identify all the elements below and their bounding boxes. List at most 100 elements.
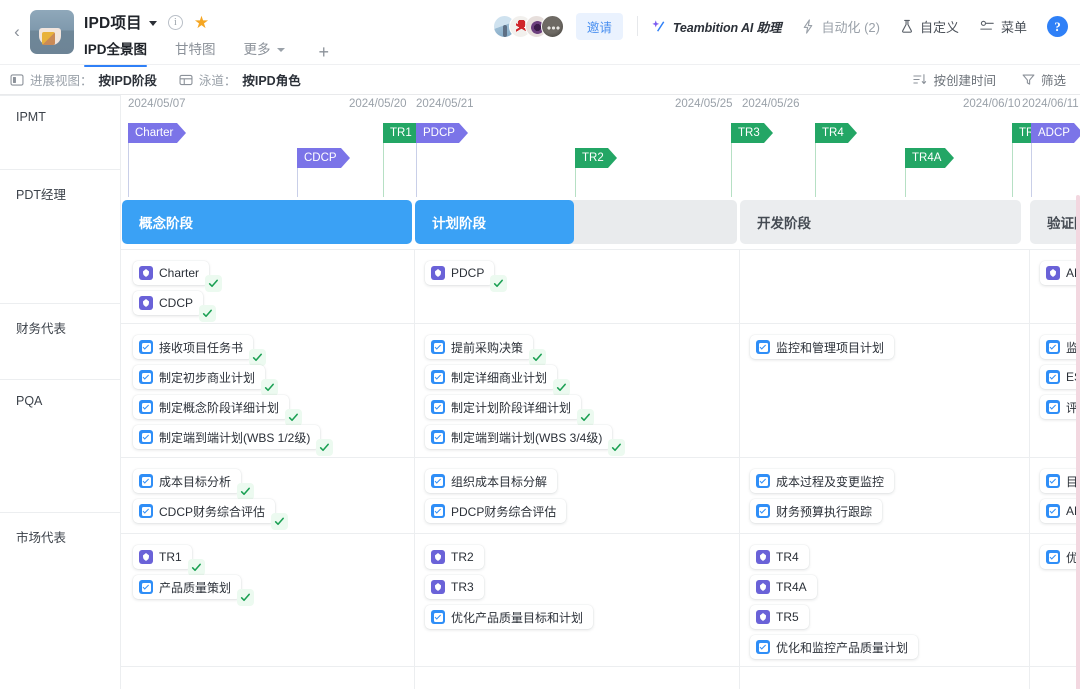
task-checkbox-icon bbox=[1046, 504, 1060, 518]
swimlane-header[interactable]: 市场代表 bbox=[0, 512, 120, 546]
column-separator bbox=[739, 667, 740, 689]
milestone-flag[interactable]: TR3 bbox=[731, 123, 773, 143]
task-card[interactable]: 优化 bbox=[1040, 545, 1080, 569]
completed-check-badge bbox=[187, 559, 205, 576]
completed-check-badge bbox=[271, 513, 289, 530]
menu-button[interactable]: 菜单 bbox=[979, 17, 1027, 36]
phase-bar[interactable]: 开发阶段 bbox=[740, 200, 1021, 244]
info-icon[interactable]: i bbox=[167, 14, 183, 30]
milestone-flag-label: PDCP bbox=[423, 127, 455, 139]
milestone-card[interactable]: TR1 bbox=[133, 545, 205, 576]
swimlane-header[interactable]: PDT经理 bbox=[0, 169, 120, 303]
tab-more[interactable]: 更多 bbox=[244, 37, 299, 67]
sub-toolbar-right: 按创建时间 筛选 bbox=[887, 70, 1066, 89]
chevron-down-icon[interactable] bbox=[148, 20, 157, 26]
milestone-flag[interactable]: CDCP bbox=[297, 148, 350, 168]
vertical-scrollbar[interactable] bbox=[1076, 195, 1080, 689]
milestone-flag[interactable]: TR4 bbox=[815, 123, 857, 143]
avatar[interactable] bbox=[540, 14, 564, 38]
phase-bar[interactable]: 计划阶段 bbox=[415, 200, 574, 244]
task-card[interactable]: 接收项目任务书 bbox=[133, 335, 267, 366]
task-card[interactable]: 监控 bbox=[1040, 335, 1080, 359]
task-card[interactable]: ESP bbox=[1040, 365, 1080, 389]
milestone-card[interactable]: TR5 bbox=[750, 605, 809, 629]
milestone-diamond-icon bbox=[756, 610, 770, 624]
customize-button[interactable]: 自定义 bbox=[900, 17, 959, 36]
task-card[interactable]: 制定端到端计划(WBS 1/2级) bbox=[133, 425, 334, 456]
task-card[interactable]: CDCP财务综合评估 bbox=[133, 499, 289, 530]
milestone-card[interactable]: CDCP bbox=[133, 291, 217, 322]
task-card[interactable]: 目标 bbox=[1040, 469, 1080, 493]
task-checkbox-icon bbox=[1046, 340, 1060, 354]
progress-view-value: 按IPD阶段 bbox=[98, 74, 157, 88]
milestone-flag[interactable]: TR2 bbox=[575, 148, 617, 168]
task-card[interactable]: ADC bbox=[1040, 499, 1080, 523]
milestone-card[interactable]: TR2 bbox=[425, 545, 484, 569]
star-icon[interactable]: ★ bbox=[194, 14, 209, 31]
phase-bar-label: 开发阶段 bbox=[757, 216, 811, 231]
swimlane-key: 泳道： bbox=[198, 74, 237, 88]
task-card[interactable]: 监控和管理项目计划 bbox=[750, 335, 895, 359]
swimlane-row: TR1 产品质量策划 TR2 TR3 优化产品质量目标和计划 TR4 TR4A TR5 优化和监… bbox=[121, 533, 1080, 666]
ai-assistant-button[interactable]: Teambition AI 助理 bbox=[652, 17, 782, 36]
task-checkbox-icon bbox=[431, 370, 445, 384]
task-card[interactable]: 财务预算执行跟踪 bbox=[750, 499, 883, 523]
swimlane-header[interactable]: IPMT bbox=[0, 95, 120, 169]
date-label: 2024/06/11 bbox=[1022, 98, 1079, 110]
filter-button[interactable]: 筛选 bbox=[1022, 70, 1066, 89]
swimlane-value: 按IPD角色 bbox=[242, 74, 301, 88]
milestone-flag[interactable]: TR1 bbox=[383, 123, 425, 143]
add-view-button[interactable]: + bbox=[313, 39, 336, 65]
task-card[interactable]: PDCP财务综合评估 bbox=[425, 499, 567, 523]
task-card[interactable]: 成本过程及变更监控 bbox=[750, 469, 895, 493]
task-card[interactable]: 制定端到端计划(WBS 3/4级) bbox=[425, 425, 626, 456]
card-label: CDCP财务综合评估 bbox=[159, 504, 266, 519]
milestone-flag[interactable]: PDCP bbox=[416, 123, 468, 143]
milestone-flag[interactable]: Charter bbox=[128, 123, 187, 143]
swimlane-header[interactable]: PQA bbox=[0, 379, 120, 512]
automation-button[interactable]: 自动化 (2) bbox=[801, 17, 880, 36]
swimlane-gutter: IPMT PDT经理 财务代表 PQA 市场代表 bbox=[0, 95, 121, 689]
task-card[interactable]: 成本目标分析 bbox=[133, 469, 255, 500]
card-label: 组织成本目标分解 bbox=[451, 474, 548, 489]
task-card[interactable]: 组织成本目标分解 bbox=[425, 469, 558, 493]
column-separator bbox=[1029, 534, 1030, 666]
milestone-card[interactable]: Charter bbox=[133, 261, 223, 292]
flag-tip bbox=[340, 148, 350, 168]
task-card[interactable]: 制定初步商业计划 bbox=[133, 365, 279, 396]
milestone-card[interactable]: PDCP bbox=[425, 261, 508, 292]
milestone-card[interactable]: TR4A bbox=[750, 575, 817, 599]
task-card[interactable]: 制定计划阶段详细计划 bbox=[425, 395, 595, 426]
completed-check-badge bbox=[529, 349, 547, 366]
swimlane-header[interactable]: 财务代表 bbox=[0, 303, 120, 379]
customize-label: 自定义 bbox=[919, 19, 959, 35]
task-card[interactable]: 优化和监控产品质量计划 bbox=[750, 635, 919, 659]
tab-ipd-overview[interactable]: IPD全景图 bbox=[84, 37, 161, 67]
phase-bar[interactable]: 概念阶段 bbox=[122, 200, 412, 244]
timeline-canvas[interactable]: 2024/05/07 2024/05/20 2024/05/21 2024/05/25… bbox=[121, 95, 1080, 689]
help-button[interactable]: ? bbox=[1047, 15, 1068, 37]
milestone-card[interactable]: TR4 bbox=[750, 545, 809, 569]
milestone-flag[interactable]: TR4A bbox=[905, 148, 955, 168]
member-avatar-group[interactable] bbox=[492, 14, 564, 38]
swimlane-selector[interactable]: 泳道： 按IPD角色 bbox=[179, 70, 301, 89]
project-thumbnail[interactable] bbox=[30, 10, 74, 54]
invite-button[interactable]: 邀请 bbox=[575, 12, 623, 40]
completed-check-badge bbox=[577, 409, 595, 426]
task-card[interactable]: 优化产品质量目标和计划 bbox=[425, 605, 594, 629]
task-card[interactable]: 制定概念阶段详细计划 bbox=[133, 395, 303, 426]
swimlane-label: IPMT bbox=[16, 110, 46, 124]
task-card[interactable]: 评估 bbox=[1040, 395, 1080, 419]
back-button[interactable]: ‹ bbox=[6, 6, 28, 58]
milestone-card[interactable]: TR3 bbox=[425, 575, 484, 599]
milestone-card[interactable]: ADCP bbox=[1040, 261, 1080, 285]
milestone-flag[interactable]: ADCP bbox=[1031, 123, 1080, 143]
task-card[interactable]: 提前采购决策 bbox=[425, 335, 547, 366]
task-card[interactable]: 制定详细商业计划 bbox=[425, 365, 571, 396]
card-label: 产品质量策划 bbox=[159, 580, 232, 595]
phase-bar[interactable]: 验证阶段 bbox=[1030, 200, 1080, 244]
progress-view-selector[interactable]: 进展视图： 按IPD阶段 bbox=[10, 70, 157, 89]
task-card[interactable]: 产品质量策划 bbox=[133, 575, 255, 606]
sort-button[interactable]: 按创建时间 bbox=[913, 70, 996, 89]
tab-gantt[interactable]: 甘特图 bbox=[175, 37, 230, 67]
